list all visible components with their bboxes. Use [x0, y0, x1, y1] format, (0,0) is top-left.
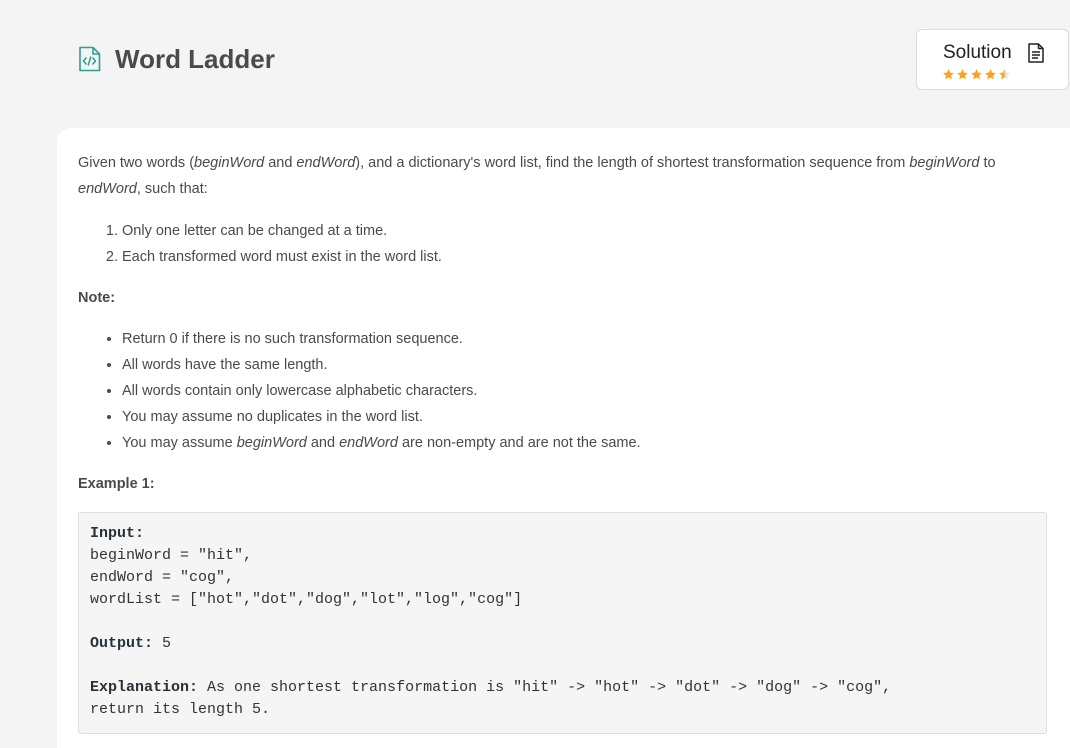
- intro-begin-word: beginWord: [909, 155, 980, 171]
- note-text: and: [306, 435, 340, 451]
- explanation-text: As one shortest transformation is "hit" …: [198, 679, 892, 696]
- intro-end-word: endWord: [78, 181, 137, 197]
- solution-button[interactable]: Solution: [916, 29, 1069, 90]
- intro-text: , such that:: [136, 181, 208, 197]
- note-end-word: endWord: [339, 435, 398, 451]
- note-begin-word: beginWord: [236, 435, 307, 451]
- note-heading: Note:: [78, 290, 116, 306]
- star-icon: [957, 69, 968, 80]
- example-code-block: Input: beginWord = "hit", endWord = "cog…: [78, 512, 1047, 734]
- rating-stars: [942, 68, 1011, 81]
- document-icon: [1028, 43, 1044, 63]
- intro-text: to: [979, 155, 996, 171]
- input-line: wordList = ["hot","dot","dog","lot","log…: [90, 591, 523, 608]
- intro-end-word: endWord: [296, 155, 356, 171]
- note-item: You may assume beginWord and endWord are…: [122, 430, 1048, 456]
- problem-description: Given two words (beginWord and endWord),…: [78, 150, 1048, 734]
- intro-text: ), and a dictionary's word list, find th…: [355, 155, 910, 171]
- intro-begin-word: beginWord: [194, 155, 265, 171]
- solution-label: Solution: [943, 42, 1012, 63]
- star-icon: [985, 69, 996, 80]
- rule-item: Only one letter can be changed at a time…: [122, 218, 1048, 244]
- rules-list: Only one letter can be changed at a time…: [78, 218, 1048, 270]
- input-line: beginWord = "hit",: [90, 547, 253, 564]
- code-file-icon: [79, 46, 101, 72]
- half-star-icon: [999, 69, 1010, 80]
- example-heading: Example 1:: [78, 476, 155, 492]
- explanation-text: return its length 5.: [90, 701, 271, 718]
- note-item: All words contain only lowercase alphabe…: [122, 378, 1048, 404]
- note-item: All words have the same length.: [122, 352, 1048, 378]
- page-title: Word Ladder: [115, 43, 275, 74]
- input-line: endWord = "cog",: [90, 569, 235, 586]
- note-text: You may assume: [122, 435, 237, 451]
- note-text: are non-empty and are not the same.: [397, 435, 641, 451]
- problem-card: Given two words (beginWord and endWord),…: [57, 128, 1070, 748]
- note-item: You may assume no duplicates in the word…: [122, 404, 1048, 430]
- explanation-label: Explanation:: [90, 679, 199, 696]
- star-icon: [971, 69, 982, 80]
- note-item: Return 0 if there is no such transformat…: [122, 326, 1048, 352]
- input-label: Input:: [90, 525, 145, 542]
- star-icon: [943, 69, 954, 80]
- rule-item: Each transformed word must exist in the …: [122, 244, 1048, 270]
- output-label: Output:: [90, 635, 154, 652]
- output-value: 5: [153, 635, 172, 652]
- intro-text: and: [264, 155, 297, 171]
- intro-text: Given two words (: [78, 155, 195, 171]
- problem-intro: Given two words (beginWord and endWord),…: [78, 150, 1048, 202]
- notes-list: Return 0 if there is no such transformat…: [78, 326, 1048, 456]
- problem-header: Word Ladder: [78, 40, 275, 78]
